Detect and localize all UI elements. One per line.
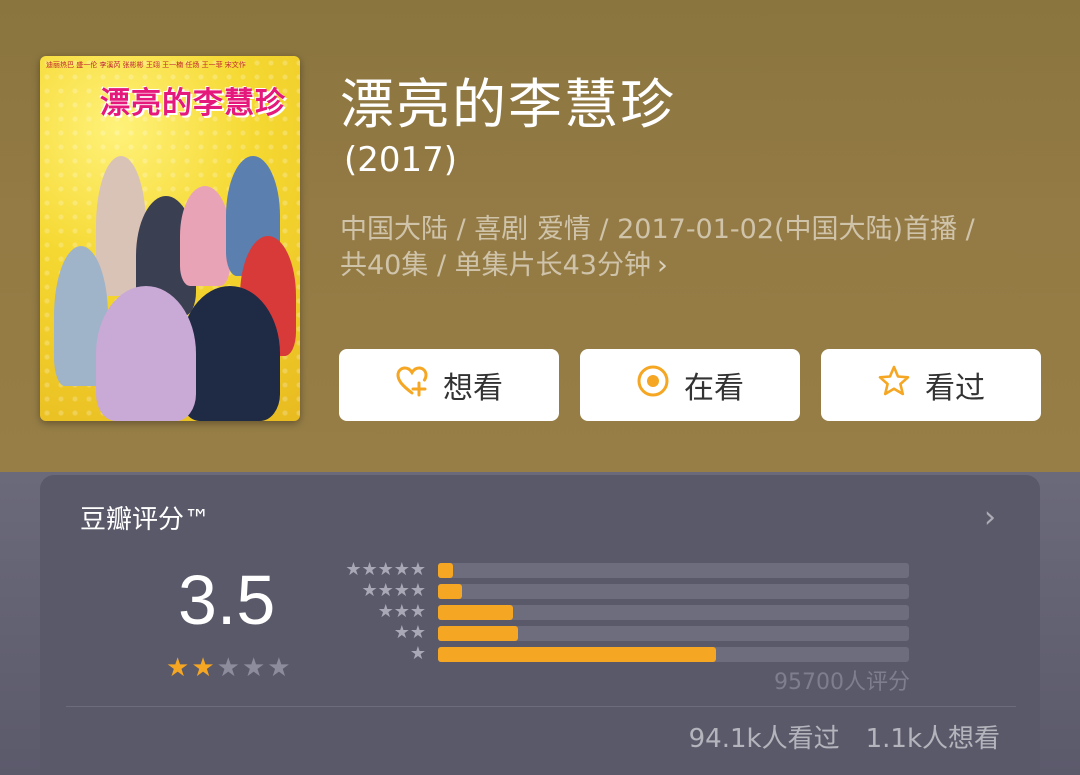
wanted-count[interactable]: 1.1k人想看	[866, 724, 1000, 754]
rating-title: 豆瓣评分™	[80, 505, 211, 535]
audience-stats: 94.1k人看过 1.1k人想看	[600, 718, 1000, 755]
star-filled-icon: ★	[166, 653, 192, 683]
rating-bar-fill	[438, 605, 514, 620]
star-row-3: ★★★	[300, 601, 426, 622]
rating-bar-fill	[438, 647, 716, 662]
star-empty-icon: ★	[216, 653, 242, 683]
star-row-4: ★★★★	[300, 580, 426, 601]
star-row-5: ★★★★★	[300, 559, 426, 580]
chevron-right-icon[interactable]: ›	[984, 500, 996, 535]
rating-count: 95700人评分	[774, 670, 910, 695]
star-filled-icon: ★	[191, 653, 217, 683]
meta-line-2: 共40集 / 单集片长43分钟 ›	[340, 248, 1040, 284]
watching-label: 在看	[684, 371, 744, 406]
star-outline-icon	[877, 364, 911, 406]
page-title: 漂亮的李慧珍	[340, 73, 676, 136]
poster-cast-text: 迪丽热巴 盛一伦 李溪芮 张彬彬 王翊 王一楠 任炀 王一菲 宋文作	[46, 61, 246, 69]
show-meta[interactable]: 中国大陆 / 喜剧 爱情 / 2017-01-02(中国大陆)首播 / 共40集…	[340, 212, 1040, 284]
release-year: (2017)	[344, 140, 458, 180]
rating-bar-fill	[438, 563, 453, 578]
heart-plus-icon	[395, 364, 429, 406]
target-circle-icon	[636, 364, 670, 406]
rating-bar-track	[438, 605, 909, 620]
meta-line-2-text: 共40集 / 单集片长43分钟	[340, 250, 651, 281]
rating-bar-track	[438, 647, 909, 662]
watched-button[interactable]: 看过	[821, 349, 1041, 421]
star-row-icon: ★★★★	[361, 580, 426, 601]
rating-bar-track	[438, 584, 909, 599]
star-row-icon: ★	[409, 643, 426, 664]
watched-count[interactable]: 94.1k人看过	[689, 724, 840, 754]
watched-label: 看过	[925, 371, 985, 406]
poster-title: 漂亮的李慧珍	[100, 86, 286, 121]
poster-figure	[180, 186, 230, 286]
rating-bar-fill	[438, 626, 519, 641]
star-row-icon: ★★	[393, 622, 426, 643]
rating-score: 3.5	[178, 561, 276, 639]
divider	[66, 706, 1016, 707]
star-empty-icon: ★	[267, 653, 293, 683]
star-row-1: ★	[300, 643, 426, 664]
rating-bar-track	[438, 563, 909, 578]
chevron-right-icon: ›	[656, 250, 668, 281]
want-to-watch-label: 想看	[443, 371, 503, 406]
star-row-icon: ★★★	[377, 601, 426, 622]
want-to-watch-button[interactable]: 想看	[339, 349, 559, 421]
star-row-icon: ★★★★★	[345, 559, 426, 580]
star-row-2: ★★	[300, 622, 426, 643]
poster-image[interactable]: 迪丽热巴 盛一伦 李溪芮 张彬彬 王翊 王一楠 任炀 王一菲 宋文作 漂亮的李慧…	[40, 56, 300, 421]
meta-line-1: 中国大陆 / 喜剧 爱情 / 2017-01-02(中国大陆)首播 /	[340, 214, 975, 245]
rating-bar-fill	[438, 584, 462, 599]
poster-figure	[96, 286, 196, 421]
score-stars: ★★★★★	[166, 653, 293, 683]
rating-bar-track	[438, 626, 909, 641]
star-empty-icon: ★	[241, 653, 268, 683]
watching-button[interactable]: 在看	[580, 349, 800, 421]
